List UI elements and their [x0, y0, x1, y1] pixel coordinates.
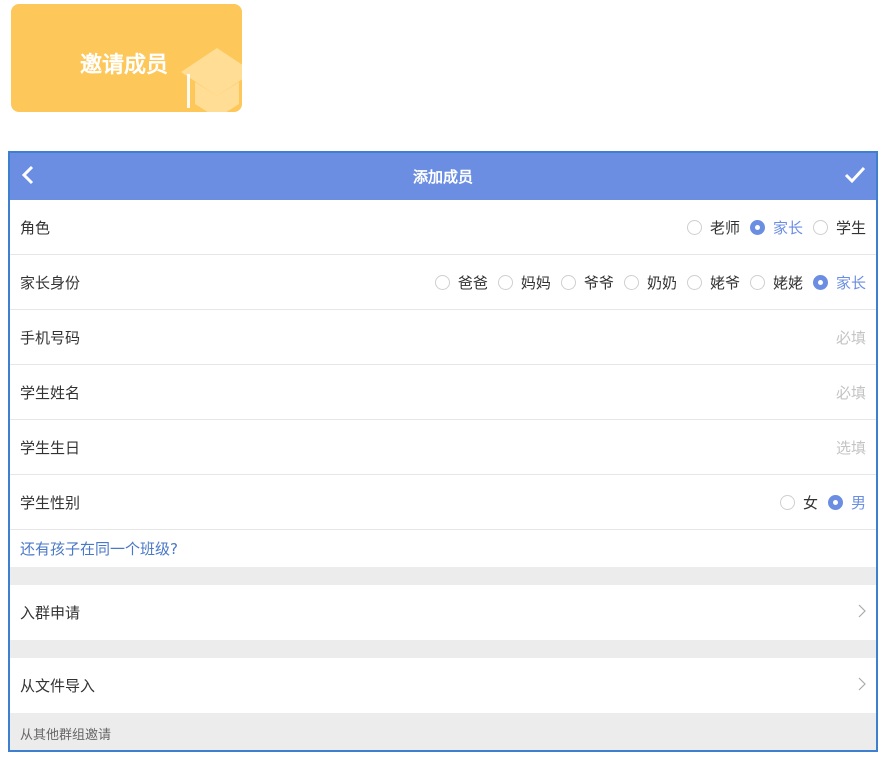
student-gender-row: 学生性别 女 男 [10, 475, 876, 530]
phone-input[interactable]: 必填 [836, 327, 866, 348]
identity-option-parent[interactable]: 家长 [812, 272, 866, 293]
section-divider [10, 567, 876, 585]
role-label: 角色 [20, 218, 51, 237]
import-file-label: 从文件导入 [20, 677, 96, 695]
gender-options: 女 男 [770, 492, 866, 513]
add-member-panel: 添加成员 角色 老师 家长 学生 家长身份 爸爸 妈妈 爷爷 奶奶 姥爷 姥姥 … [8, 151, 878, 752]
identity-option-grandma[interactable]: 奶奶 [623, 272, 677, 293]
radio-icon [749, 274, 765, 290]
checkmark-icon[interactable] [844, 165, 866, 189]
gender-option-male[interactable]: 男 [827, 492, 866, 513]
role-row: 角色 老师 家长 学生 [10, 200, 876, 255]
student-birthday-input[interactable]: 选填 [836, 437, 866, 458]
radio-icon [560, 274, 576, 290]
group-request-label: 入群申请 [20, 604, 81, 622]
parent-identity-label: 家长身份 [20, 273, 81, 292]
section-divider [10, 640, 876, 658]
radio-icon [812, 219, 828, 235]
phone-label: 手机号码 [20, 328, 81, 347]
invite-members-card[interactable]: 邀请成员 [11, 4, 242, 112]
identity-option-maternal-grandpa[interactable]: 姥爷 [686, 272, 740, 293]
invite-other-groups-row[interactable]: 从其他群组邀请 [10, 713, 876, 750]
student-name-label: 学生姓名 [20, 383, 81, 402]
identity-option-mom[interactable]: 妈妈 [497, 272, 551, 293]
student-birthday-label: 学生生日 [20, 438, 81, 457]
radio-icon [686, 219, 702, 235]
role-option-teacher[interactable]: 老师 [686, 217, 740, 238]
role-option-parent[interactable]: 家长 [749, 217, 803, 238]
group-request-row[interactable]: 入群申请 [10, 585, 876, 640]
identity-option-grandpa[interactable]: 爷爷 [560, 272, 614, 293]
radio-icon [623, 274, 639, 290]
radio-icon [497, 274, 513, 290]
radio-icon [434, 274, 450, 290]
more-children-row: 还有孩子在同一个班级? [10, 530, 876, 567]
page-title: 添加成员 [412, 168, 473, 186]
chevron-right-icon [858, 677, 866, 695]
import-file-row[interactable]: 从文件导入 [10, 658, 876, 713]
radio-selected-icon [812, 274, 828, 290]
student-name-row[interactable]: 学生姓名 必填 [10, 365, 876, 420]
parent-identity-options: 爸爸 妈妈 爷爷 奶奶 姥爷 姥姥 家长 [425, 272, 866, 293]
more-children-link[interactable]: 还有孩子在同一个班级? [20, 538, 178, 559]
radio-selected-icon [827, 494, 843, 510]
identity-option-dad[interactable]: 爸爸 [434, 272, 488, 293]
identity-option-maternal-grandma[interactable]: 姥姥 [749, 272, 803, 293]
gender-option-female[interactable]: 女 [779, 492, 818, 513]
invite-other-groups-label[interactable]: 从其他群组邀请 [20, 724, 111, 743]
role-options: 老师 家长 学生 [677, 217, 866, 238]
radio-selected-icon [749, 219, 765, 235]
role-option-student[interactable]: 学生 [812, 217, 866, 238]
radio-icon [686, 274, 702, 290]
graduation-cap-icon [181, 48, 242, 112]
parent-identity-row: 家长身份 爸爸 妈妈 爷爷 奶奶 姥爷 姥姥 家长 [10, 255, 876, 310]
chevron-right-icon [858, 604, 866, 622]
student-name-input[interactable]: 必填 [836, 382, 866, 403]
radio-icon [779, 494, 795, 510]
student-gender-label: 学生性别 [20, 493, 81, 512]
phone-row[interactable]: 手机号码 必填 [10, 310, 876, 365]
student-birthday-row[interactable]: 学生生日 选填 [10, 420, 876, 475]
header-bar: 添加成员 [10, 153, 876, 200]
